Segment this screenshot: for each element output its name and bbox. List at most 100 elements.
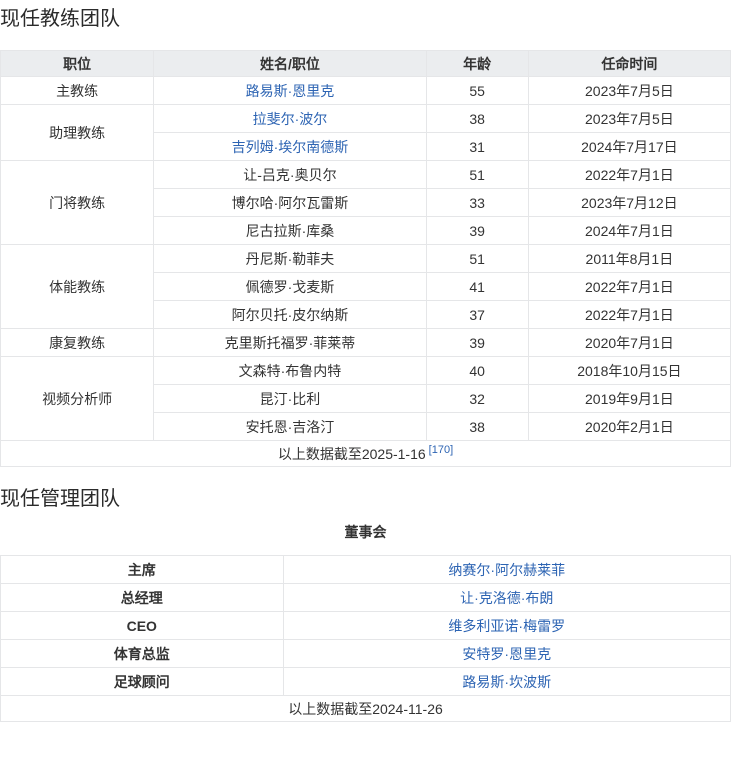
coach-table: 职位姓名/职位年龄任命时间 主教练 路易斯·恩里克 552023年7月5日助理教练 拉… — [0, 50, 731, 467]
position-cell: 康复教练 — [1, 329, 154, 357]
person-link[interactable]: 维多利亚诺·梅雷罗 — [448, 618, 565, 634]
date-cell: 2018年10月15日 — [528, 357, 730, 385]
management-section-title: 现任管理团队 — [0, 488, 731, 510]
age-cell: 37 — [426, 301, 528, 329]
person-link[interactable]: 拉斐尔·波尔 — [253, 111, 328, 127]
citation-link[interactable]: [170] — [429, 444, 453, 456]
date-cell: 2020年7月1日 — [528, 329, 730, 357]
name-cell: 路易斯·坎波斯 — [283, 668, 731, 696]
management-table-footer-row: 以上数据截至2024-11-26 — [1, 696, 731, 722]
role-cell: 总经理 — [1, 584, 284, 612]
table-row: 体能教练丹尼斯·勒菲夫512011年8月1日 — [1, 245, 731, 273]
name-cell: 尼古拉斯·库桑 — [154, 217, 426, 245]
name-cell: 纳赛尔·阿尔赫莱菲 — [283, 556, 731, 584]
name-cell: 丹尼斯·勒菲夫 — [154, 245, 426, 273]
name-cell: 让·克洛德·布朗 — [283, 584, 731, 612]
coach-table-footer-cell: 以上数据截至2025-1-16[170] — [1, 441, 731, 467]
table-row: 体育总监 安特罗·恩里克 — [1, 640, 731, 668]
column-header: 任命时间 — [528, 51, 730, 77]
age-cell: 33 — [426, 189, 528, 217]
column-header: 职位 — [1, 51, 154, 77]
name-cell: 安托恩·吉洛汀 — [154, 413, 426, 441]
person-name: 克里斯托福罗·菲莱蒂 — [225, 335, 356, 351]
name-cell: 佩德罗·戈麦斯 — [154, 273, 426, 301]
role-cell: 主席 — [1, 556, 284, 584]
name-cell: 克里斯托福罗·菲莱蒂 — [154, 329, 426, 357]
person-name: 安托恩·吉洛汀 — [246, 419, 335, 435]
person-link[interactable]: 纳赛尔·阿尔赫莱菲 — [448, 562, 565, 578]
table-row: 康复教练 克里斯托福罗·菲莱蒂 392020年7月1日 — [1, 329, 731, 357]
age-cell: 39 — [426, 217, 528, 245]
person-name: 文森特·布鲁内特 — [239, 363, 342, 379]
position-cell: 门将教练 — [1, 161, 154, 245]
date-cell: 2024年7月1日 — [528, 217, 730, 245]
coach-table-body: 主教练 路易斯·恩里克 552023年7月5日助理教练 拉斐尔·波尔 38 2023年7月… — [1, 77, 731, 441]
table-row: 总经理 让·克洛德·布朗 — [1, 584, 731, 612]
name-cell: 让-吕克·奥贝尔 — [154, 161, 426, 189]
column-header: 姓名/职位 — [154, 51, 426, 77]
table-row: 助理教练拉斐尔·波尔382023年7月5日 — [1, 105, 731, 133]
name-cell: 昆汀·比利 — [154, 385, 426, 413]
name-cell: 路易斯·恩里克 — [154, 77, 426, 105]
name-cell: 文森特·布鲁内特 — [154, 357, 426, 385]
person-name: 阿尔贝托·皮尔纳斯 — [232, 307, 349, 323]
coach-section-title: 现任教练团队 — [0, 8, 731, 30]
date-cell: 2022年7月1日 — [528, 273, 730, 301]
role-cell: 体育总监 — [1, 640, 284, 668]
table-row: 足球顾问 路易斯·坎波斯 — [1, 668, 731, 696]
date-cell: 2022年7月1日 — [528, 161, 730, 189]
name-cell: 拉斐尔·波尔 — [154, 105, 426, 133]
age-cell: 38 — [426, 105, 528, 133]
table-row: 视频分析师文森特·布鲁内特402018年10月15日 — [1, 357, 731, 385]
coach-table-header-row: 职位姓名/职位年龄任命时间 — [1, 51, 731, 77]
person-name: 让-吕克·奥贝尔 — [243, 167, 336, 183]
date-cell: 2023年7月12日 — [528, 189, 730, 217]
position-cell: 助理教练 — [1, 105, 154, 161]
age-cell: 38 — [426, 413, 528, 441]
coach-table-footer-row: 以上数据截至2025-1-16[170] — [1, 441, 731, 467]
position-cell: 主教练 — [1, 77, 154, 105]
table-row: 门将教练让-吕克·奥贝尔512022年7月1日 — [1, 161, 731, 189]
data-cutoff-text: 以上数据截至2025-1-16 — [278, 446, 426, 462]
table-row: CEO维多利亚诺·梅雷罗 — [1, 612, 731, 640]
management-table-body: 主席 纳赛尔·阿尔赫莱菲总经理 让·克洛德·布朗 CEO维多利亚诺·梅雷罗体育总监 安特… — [1, 556, 731, 696]
person-name: 博尔哈·阿尔瓦雷斯 — [232, 195, 349, 211]
data-cutoff-text: 以上数据截至2024-11-26 — [288, 701, 443, 717]
role-cell: 足球顾问 — [1, 668, 284, 696]
position-cell: 视频分析师 — [1, 357, 154, 441]
name-cell: 阿尔贝托·皮尔纳斯 — [154, 301, 426, 329]
person-name: 尼古拉斯·库桑 — [246, 223, 335, 239]
person-name: 昆汀·比利 — [260, 391, 321, 407]
age-cell: 32 — [426, 385, 528, 413]
management-table: 董事会 主席 纳赛尔·阿尔赫莱菲总经理 让·克洛德·布朗 CEO维多利亚诺·梅雷罗体育… — [0, 510, 731, 722]
person-link[interactable]: 让·克洛德·布朗 — [460, 590, 553, 606]
person-link[interactable]: 安特罗·恩里克 — [462, 646, 551, 662]
age-cell: 51 — [426, 245, 528, 273]
board-caption: 董事会 — [0, 510, 731, 555]
age-cell: 51 — [426, 161, 528, 189]
date-cell: 2011年8月1日 — [528, 245, 730, 273]
age-cell: 31 — [426, 133, 528, 161]
position-cell: 体能教练 — [1, 245, 154, 329]
date-cell: 2020年2月1日 — [528, 413, 730, 441]
name-cell: 博尔哈·阿尔瓦雷斯 — [154, 189, 426, 217]
age-cell: 41 — [426, 273, 528, 301]
age-cell: 39 — [426, 329, 528, 357]
age-cell: 40 — [426, 357, 528, 385]
date-cell: 2024年7月17日 — [528, 133, 730, 161]
person-name: 佩德罗·戈麦斯 — [246, 279, 335, 295]
date-cell: 2022年7月1日 — [528, 301, 730, 329]
date-cell: 2023年7月5日 — [528, 77, 730, 105]
name-cell: 维多利亚诺·梅雷罗 — [283, 612, 731, 640]
person-link[interactable]: 吉列姆·埃尔南德斯 — [232, 139, 349, 155]
management-table-footer-cell: 以上数据截至2024-11-26 — [1, 696, 731, 722]
name-cell: 吉列姆·埃尔南德斯 — [154, 133, 426, 161]
person-link[interactable]: 路易斯·恩里克 — [246, 83, 335, 99]
date-cell: 2019年9月1日 — [528, 385, 730, 413]
person-link[interactable]: 路易斯·坎波斯 — [462, 674, 551, 690]
age-cell: 55 — [426, 77, 528, 105]
person-name: 丹尼斯·勒菲夫 — [246, 251, 335, 267]
column-header: 年龄 — [426, 51, 528, 77]
table-row: 主教练 路易斯·恩里克 552023年7月5日 — [1, 77, 731, 105]
name-cell: 安特罗·恩里克 — [283, 640, 731, 668]
